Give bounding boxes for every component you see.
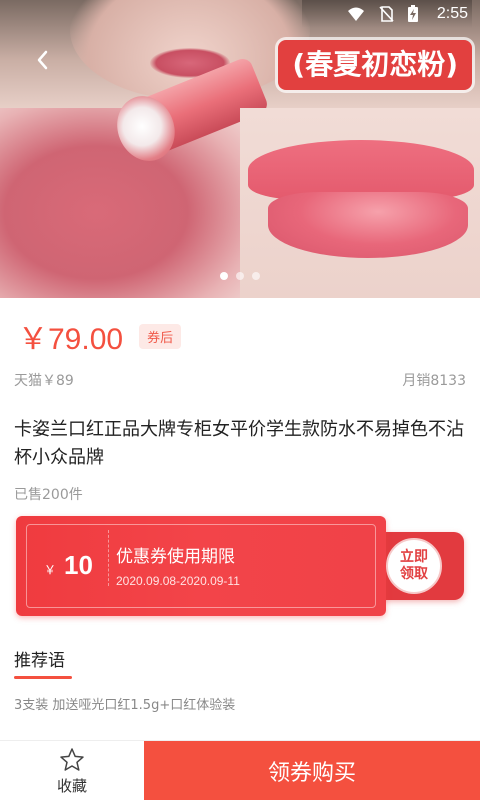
coupon-title: 优惠券使用期限: [116, 547, 235, 567]
coupon-body: ￥ 10 优惠券使用期限 2020.09.08-2020.09-11: [16, 516, 386, 616]
carousel-dot: [220, 272, 228, 280]
hero-banner-text: (春夏初恋粉): [278, 40, 472, 90]
coupon-currency: ￥: [44, 563, 57, 577]
claim-coupon-button[interactable]: 立即 领取: [386, 538, 442, 594]
meta-row: 天猫￥89 月销8133: [14, 370, 466, 390]
status-time: 2:55: [436, 5, 468, 22]
final-price: ￥79.00: [18, 323, 124, 356]
chevron-left-icon: [37, 50, 48, 70]
carousel-dot: [252, 272, 260, 280]
claim-label-line1: 立即: [400, 549, 428, 565]
monthly-sales: 月销8133: [402, 373, 466, 389]
coupon-value: 10: [64, 550, 93, 580]
favorite-button[interactable]: 收藏: [0, 741, 144, 800]
lips-illustration: [248, 140, 474, 260]
wifi-icon: [347, 5, 365, 23]
coupon-amount: ￥ 10: [44, 550, 93, 581]
coupon-card[interactable]: ￥ 10 优惠券使用期限 2020.09.08-2020.09-11 立即 领取: [16, 516, 464, 616]
carousel-dot: [236, 272, 244, 280]
favorite-label: 收藏: [56, 776, 87, 795]
claim-and-buy-button[interactable]: 领券购买: [144, 741, 480, 800]
price-row: ￥79.00 券后: [18, 314, 182, 358]
bottom-action-bar: 收藏 领券购买: [0, 740, 480, 800]
star-icon: [60, 747, 84, 771]
product-image-carousel[interactable]: (春夏初恋粉): [0, 0, 480, 298]
recommend-heading: 推荐语: [14, 651, 65, 671]
product-title: 卡姿兰口红正品大牌专柜女平价学生款防水不易掉色不沾杯小众品牌: [14, 419, 464, 468]
coupon-divider: [108, 530, 109, 586]
back-button[interactable]: [22, 40, 62, 80]
recommend-text: 3支装 加送哑光口红1.5g+口红体验装: [14, 698, 236, 713]
sold-count: 已售200件: [14, 487, 83, 503]
original-price: 天猫￥89: [14, 373, 74, 389]
battery-charging-icon: [407, 5, 425, 23]
no-sim-icon: [377, 5, 395, 23]
recommend-underline: [14, 676, 72, 679]
after-coupon-tag: 券后: [139, 323, 182, 349]
carousel-indicator: [0, 272, 480, 280]
claim-label-line2: 领取: [400, 566, 428, 582]
status-bar: 2:55: [0, 0, 480, 28]
coupon-validity-dates: 2020.09.08-2020.09-11: [116, 574, 240, 588]
